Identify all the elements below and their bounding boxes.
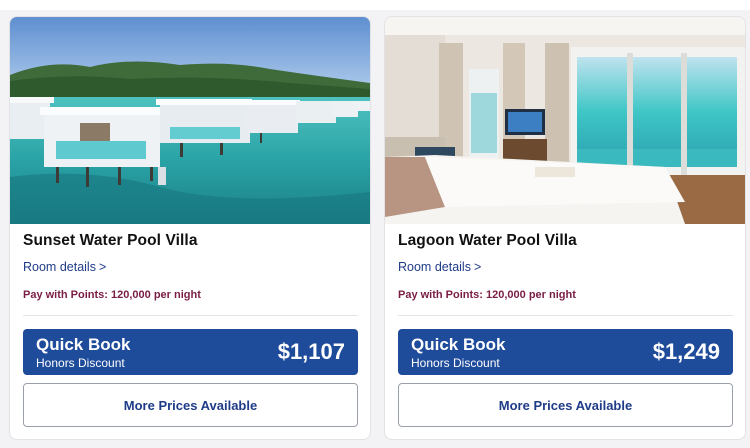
- room-details-label: Room details: [398, 260, 471, 274]
- quick-book-price: $1,249: [652, 339, 720, 364]
- quick-book-price: $1,107: [277, 339, 345, 364]
- room-details-label: Room details: [23, 260, 96, 274]
- honors-discount-label: Honors Discount: [411, 356, 500, 370]
- room-card-sunset: Sunset Water Pool Villa Room details > Pa…: [9, 16, 371, 440]
- room-card-lagoon: Lagoon Water Pool Villa Room details > Pa…: [384, 16, 746, 440]
- quick-book-label: Quick Book: [411, 335, 506, 354]
- quick-book-button[interactable]: Quick Book Honors Discount $1,249: [398, 329, 733, 375]
- points-price-text: Pay with Points: 120,000 per night: [398, 289, 576, 301]
- chevron-right-icon: >: [98, 260, 107, 274]
- room-photo[interactable]: [10, 17, 370, 224]
- chevron-right-icon: >: [473, 260, 482, 274]
- top-strip: [0, 0, 750, 10]
- quick-book-label: Quick Book: [36, 335, 131, 354]
- room-details-link[interactable]: Room details >: [23, 260, 106, 274]
- villa-bedroom-image: [385, 17, 745, 224]
- honors-discount-label: Honors Discount: [36, 356, 125, 370]
- room-details-link[interactable]: Room details >: [398, 260, 481, 274]
- room-photo[interactable]: [385, 17, 745, 224]
- room-title: Lagoon Water Pool Villa: [398, 232, 577, 249]
- room-title: Sunset Water Pool Villa: [23, 232, 198, 249]
- divider: [23, 315, 358, 316]
- overwater-villas-image: [10, 17, 370, 224]
- quick-book-button[interactable]: Quick Book Honors Discount $1,107: [23, 329, 358, 375]
- more-prices-button[interactable]: More Prices Available: [23, 383, 358, 427]
- points-price-text: Pay with Points: 120,000 per night: [23, 289, 201, 301]
- divider: [398, 315, 733, 316]
- more-prices-button[interactable]: More Prices Available: [398, 383, 733, 427]
